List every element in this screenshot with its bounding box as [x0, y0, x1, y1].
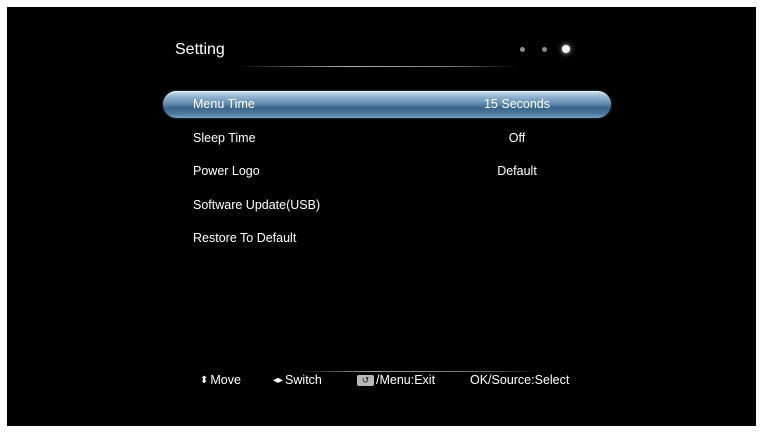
page-indicator-dot-2 — [542, 47, 547, 52]
help-switch-label: Switch — [285, 373, 322, 387]
footer-divider — [297, 371, 537, 372]
page-title: Setting — [175, 41, 225, 58]
menu-item-value: Off — [508, 131, 526, 145]
menu-item-label: Software Update(USB) — [193, 198, 321, 212]
tv-settings-screen: Setting Menu Time 15 Seconds Sleep Time … — [7, 7, 756, 426]
help-move-label: Move — [210, 373, 241, 387]
help-select-label: OK/Source:Select — [470, 373, 570, 387]
left-right-arrows-icon: ◂▸ — [273, 374, 284, 386]
help-switch: ◂▸ Switch — [273, 373, 322, 387]
menu-item-sleep-time[interactable]: Sleep Time Off — [163, 125, 611, 151]
menu-item-value: Default — [497, 164, 537, 178]
back-key-icon: ↺ — [357, 374, 374, 386]
menu-item-value: 15 Seconds — [483, 97, 551, 111]
up-down-arrows-icon: ⬍ — [200, 374, 209, 386]
menu-item-label: Power Logo — [193, 164, 260, 178]
menu-item-power-logo[interactable]: Power Logo Default — [163, 158, 611, 184]
help-move: ⬍ Move — [200, 373, 241, 387]
menu-item-label: Restore To Default — [193, 231, 297, 245]
menu-item-label: Menu Time — [193, 97, 255, 111]
page-indicator-dot-1 — [520, 47, 525, 52]
menu-item-menu-time[interactable]: Menu Time 15 Seconds — [163, 91, 611, 118]
help-select: OK/Source:Select — [470, 373, 569, 387]
help-exit: ↺ /Menu:Exit — [357, 373, 435, 387]
menu-item-label: Sleep Time — [193, 131, 256, 145]
title-divider — [237, 66, 517, 67]
page-indicator-dot-3 — [562, 45, 570, 53]
menu-item-restore-default[interactable]: Restore To Default — [163, 225, 611, 251]
menu-item-software-update[interactable]: Software Update(USB) — [163, 192, 611, 218]
help-exit-label: /Menu:Exit — [376, 373, 436, 387]
